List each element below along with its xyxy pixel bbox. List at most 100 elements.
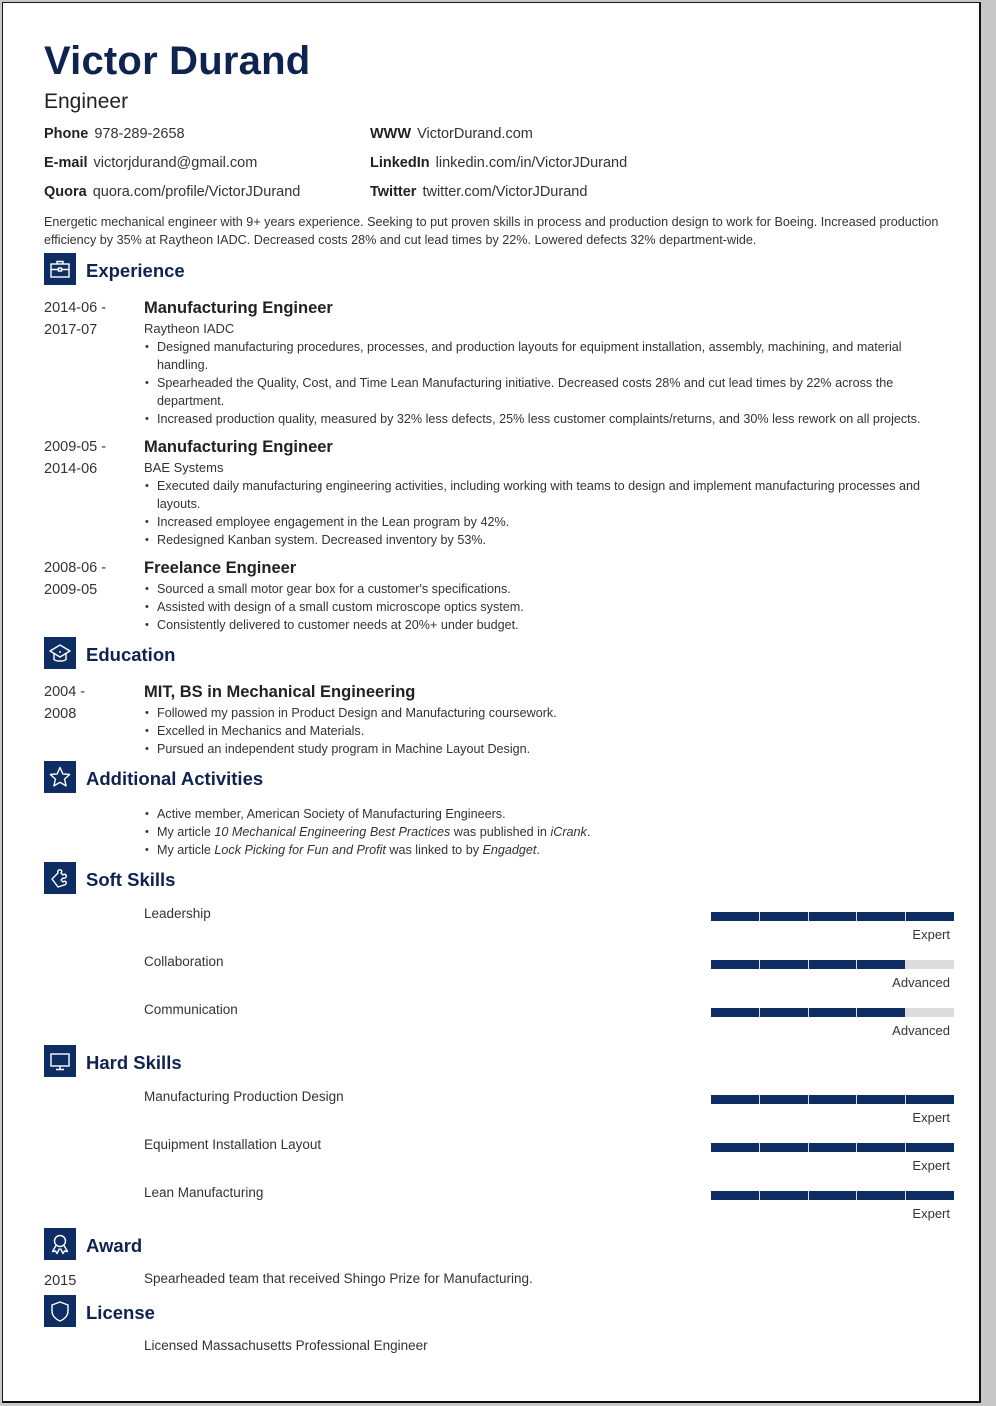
bullet-item: Assisted with design of a small custom m… [144, 598, 954, 616]
contact-label: Phone [44, 126, 89, 142]
company-name: BAE Systems [144, 460, 224, 475]
rating-segment-filled [808, 960, 857, 969]
job-bullets: Designed manufacturing procedures, proce… [144, 338, 954, 428]
job-title: Manufacturing Engineer [144, 438, 333, 456]
contact-label: E-mail [44, 155, 88, 171]
star-icon [44, 761, 76, 793]
skill-level: Expert [912, 1206, 950, 1221]
contact-www: WWW VictorDurand.com [370, 126, 533, 142]
rating-segment-filled [906, 1143, 954, 1152]
rating-segment-empty [906, 960, 954, 969]
activities-bullets: Active member, American Society of Manuf… [144, 805, 954, 859]
candidate-title: Engineer [44, 90, 129, 113]
rating-segment-filled [906, 912, 954, 921]
text-fragment: . [536, 843, 540, 857]
monitor-icon [44, 1045, 76, 1077]
italic-title: 10 Mechanical Engineering Best Practices [214, 825, 451, 839]
graduation-cap-icon [44, 637, 76, 669]
date-end: 2014-06 [44, 461, 98, 477]
rating-segment-filled [759, 1143, 808, 1152]
rating-segment-filled [857, 1143, 906, 1152]
italic-title: Engadget [482, 843, 537, 857]
skill-name: Collaboration [144, 954, 224, 969]
section-title-activities: Additional Activities [86, 768, 264, 789]
skill-rating-bar [711, 1191, 954, 1200]
skill-level: Advanced [892, 975, 950, 990]
job-bullets: Sourced a small motor gear box for a cus… [144, 580, 954, 634]
contact-label: WWW [370, 126, 412, 142]
rating-segment-filled [808, 1095, 857, 1104]
date-start: 2008-06 - [44, 560, 107, 576]
bullet-item: Increased employee engagement in the Lea… [144, 513, 954, 531]
bullet-item: Executed daily manufacturing engineering… [144, 477, 954, 513]
section-title-hard-skills: Hard Skills [86, 1052, 182, 1073]
contact-value: 978-289-2658 [94, 126, 185, 142]
section-title-license: License [86, 1302, 155, 1323]
text-fragment: My article [157, 825, 215, 839]
rating-segment-filled [711, 912, 759, 921]
skill-name: Lean Manufacturing [144, 1185, 264, 1200]
skill-rating-bar [711, 912, 954, 921]
award-description: Spearheaded team that received Shingo Pr… [144, 1271, 533, 1286]
contact-value[interactable]: victorjdurand@gmail.com [94, 155, 258, 171]
degree-title: MIT, BS in Mechanical Engineering [144, 683, 416, 701]
puzzle-piece-icon [44, 862, 76, 894]
contact-email: E-mail victorjdurand@gmail.com [44, 155, 257, 171]
date-end: 2017-07 [44, 322, 98, 338]
skill-name: Leadership [144, 906, 211, 921]
date-start: 2009-05 - [44, 439, 107, 455]
contact-value[interactable]: VictorDurand.com [417, 126, 533, 142]
bullet-item: Designed manufacturing procedures, proce… [144, 338, 954, 374]
rating-segment-filled [906, 1191, 954, 1200]
rating-segment-filled [711, 1143, 759, 1152]
skill-name: Equipment Installation Layout [144, 1137, 322, 1152]
rating-segment-filled [808, 1143, 857, 1152]
skill-rating-bar [711, 1143, 954, 1152]
contact-value[interactable]: quora.com/profile/VictorJDurand [93, 184, 301, 200]
bullet-item: Excelled in Mechanics and Materials. [144, 722, 954, 740]
skill-level: Expert [912, 1110, 950, 1125]
date-end: 2009-05 [44, 582, 98, 598]
text-fragment: . [586, 825, 591, 839]
rating-segment-empty [906, 1008, 954, 1017]
rating-segment-filled [759, 1095, 808, 1104]
text-fragment: My article [157, 843, 215, 857]
date-start: 2014-06 - [44, 300, 107, 316]
rating-segment-filled [808, 912, 857, 921]
contact-phone: Phone 978-289-2658 [44, 126, 185, 142]
contact-label: Quora [44, 184, 87, 200]
contact-value[interactable]: linkedin.com/in/VictorJDurand [436, 155, 628, 171]
text-fragment: Active member, American Society of Manuf… [157, 807, 506, 821]
contact-label: Twitter [370, 184, 417, 200]
license-description: Licensed Massachusetts Professional Engi… [144, 1338, 428, 1353]
text-fragment: was linked to by [385, 843, 483, 857]
job-bullets: Executed daily manufacturing engineering… [144, 477, 954, 549]
rating-segment-filled [808, 1191, 857, 1200]
contact-twitter: Twitter twitter.com/VictorJDurand [370, 184, 587, 200]
award-ribbon-icon [44, 1228, 76, 1260]
bullet-item: Consistently delivered to customer needs… [144, 616, 954, 634]
skill-rating-bar [711, 1095, 954, 1104]
rating-segment-filled [808, 1008, 857, 1017]
rating-segment-filled [711, 1008, 759, 1017]
date-end: 2008 [44, 706, 77, 722]
bullet-item: Spearheaded the Quality, Cost, and Time … [144, 374, 954, 410]
skill-rating-bar [711, 1008, 954, 1017]
bullet-item: Pursued an independent study program in … [144, 740, 954, 758]
text-fragment: was published in [450, 825, 551, 839]
skill-level: Expert [912, 927, 950, 942]
rating-segment-filled [759, 1008, 808, 1017]
skill-rating-bar [711, 960, 954, 969]
rating-segment-filled [857, 1095, 906, 1104]
education-bullets: Followed my passion in Product Design an… [144, 704, 954, 758]
italic-title: Lock Picking for Fun and Profit [214, 843, 386, 857]
rating-segment-filled [857, 912, 906, 921]
section-title-soft-skills: Soft Skills [86, 869, 176, 890]
skill-level: Expert [912, 1158, 950, 1173]
bullet-item: Increased production quality, measured b… [144, 410, 954, 428]
resume-page: Victor Durand Engineer Phone 978-289-2658… [2, 2, 981, 1403]
section-title-award: Award [86, 1235, 143, 1256]
contact-value[interactable]: twitter.com/VictorJDurand [422, 184, 587, 200]
briefcase-icon [44, 253, 76, 285]
italic-title: iCrank [550, 825, 587, 839]
